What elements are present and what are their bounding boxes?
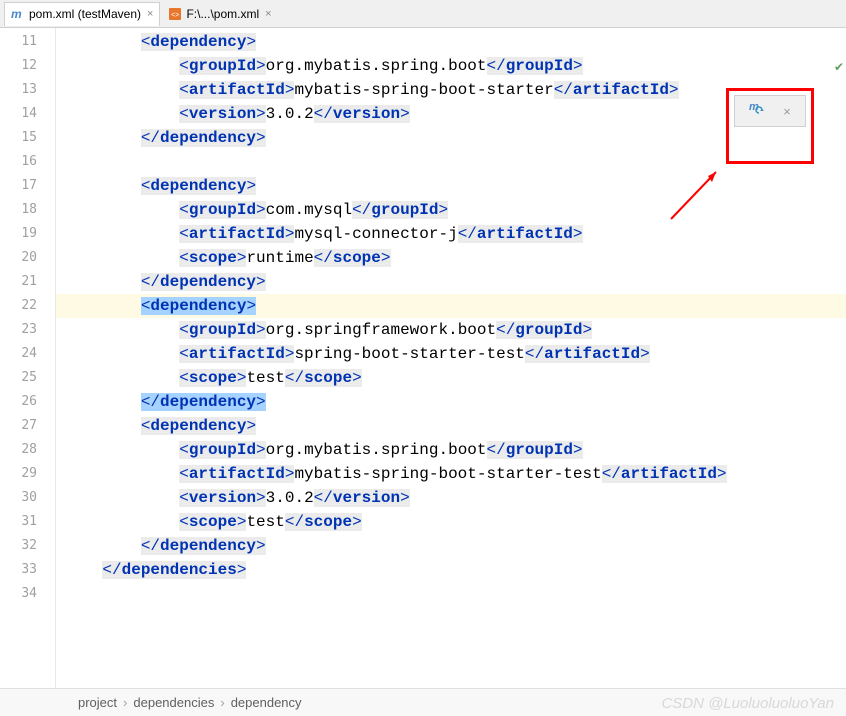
line-number: 17 xyxy=(0,174,55,198)
line-number: 26 xyxy=(0,390,55,414)
svg-text:m: m xyxy=(11,7,22,21)
tab-pom-testmaven[interactable]: m pom.xml (testMaven) × xyxy=(4,2,160,26)
line-number: 21 xyxy=(0,270,55,294)
code-line: <scope>test</scope> xyxy=(56,366,846,390)
tab-label: F:\...\pom.xml xyxy=(186,7,259,21)
breadcrumb-item[interactable]: dependency xyxy=(231,695,302,710)
line-number: 23 xyxy=(0,318,55,342)
code-line: </dependency> xyxy=(56,126,846,150)
close-icon[interactable]: × xyxy=(783,104,791,119)
line-number: 33 xyxy=(0,558,55,582)
editor-area: 11 12 13 14 15 16 17 18 19 20 21 22 23 2… xyxy=(0,28,846,688)
code-line: <groupId>org.mybatis.spring.boot</groupI… xyxy=(56,438,846,462)
code-line: <dependency> xyxy=(56,294,846,318)
gutter: 11 12 13 14 15 16 17 18 19 20 21 22 23 2… xyxy=(0,28,56,688)
code-line: <artifactId>mysql-connector-j</artifactI… xyxy=(56,222,846,246)
line-number: 32 xyxy=(0,534,55,558)
code-line: <artifactId>mybatis-spring-boot-starter-… xyxy=(56,462,846,486)
code-line: </dependency> xyxy=(56,270,846,294)
code-line xyxy=(56,150,846,174)
svg-text:<>: <> xyxy=(171,12,179,19)
code-line: <dependency> xyxy=(56,414,846,438)
maven-reload-popup: m × xyxy=(734,95,806,127)
line-number: 18 xyxy=(0,198,55,222)
editor-tabs: m pom.xml (testMaven) × <> F:\...\pom.xm… xyxy=(0,0,846,28)
maven-icon: m xyxy=(11,7,25,21)
code-line: <artifactId>mybatis-spring-boot-starter<… xyxy=(56,78,846,102)
line-number: 15 xyxy=(0,126,55,150)
tab-label: pom.xml (testMaven) xyxy=(29,7,141,21)
line-number: 22 xyxy=(0,294,55,318)
watermark: CSDN @LuoluoluoluoYan xyxy=(661,695,834,712)
maven-reload-icon[interactable]: m xyxy=(749,100,767,123)
code-line: </dependencies> xyxy=(56,558,846,582)
line-number: 13 xyxy=(0,78,55,102)
code-line: <artifactId>spring-boot-starter-test</ar… xyxy=(56,342,846,366)
chevron-right-icon: › xyxy=(220,695,224,710)
close-icon[interactable]: × xyxy=(265,8,271,20)
line-number: 16 xyxy=(0,150,55,174)
code-line: <scope>runtime</scope> xyxy=(56,246,846,270)
code-line: <scope>test</scope> xyxy=(56,510,846,534)
code-line: <groupId>com.mysql</groupId> xyxy=(56,198,846,222)
breadcrumb-item[interactable]: project xyxy=(78,695,117,710)
code-line: <version>3.0.2</version> xyxy=(56,102,846,126)
code-line: <groupId>org.mybatis.spring.boot</groupI… xyxy=(56,54,846,78)
code-line: <version>3.0.2</version> xyxy=(56,486,846,510)
code-line: <groupId>org.springframework.boot</group… xyxy=(56,318,846,342)
line-number: 34 xyxy=(0,582,55,606)
line-number: 19 xyxy=(0,222,55,246)
line-number: 20 xyxy=(0,246,55,270)
line-number: 11 xyxy=(0,30,55,54)
breadcrumb-item[interactable]: dependencies xyxy=(133,695,214,710)
line-number: 29 xyxy=(0,462,55,486)
code-line: </dependency> xyxy=(56,534,846,558)
code-editor[interactable]: <dependency> <groupId>org.mybatis.spring… xyxy=(56,28,846,688)
code-line: </dependency> xyxy=(56,390,846,414)
line-number: 27 xyxy=(0,414,55,438)
line-number: 31 xyxy=(0,510,55,534)
line-number: 12 xyxy=(0,54,55,78)
line-number: 30 xyxy=(0,486,55,510)
line-number: 24 xyxy=(0,342,55,366)
code-line: <dependency> xyxy=(56,174,846,198)
code-line xyxy=(56,582,846,606)
close-icon[interactable]: × xyxy=(147,8,153,20)
tab-pom-file[interactable]: <> F:\...\pom.xml × xyxy=(162,2,277,26)
line-number: 25 xyxy=(0,366,55,390)
chevron-right-icon: › xyxy=(123,695,127,710)
code-line: <dependency> xyxy=(56,30,846,54)
xml-file-icon: <> xyxy=(168,7,182,21)
check-icon: ✔ xyxy=(834,60,844,74)
line-number: 14 xyxy=(0,102,55,126)
line-number: 28 xyxy=(0,438,55,462)
